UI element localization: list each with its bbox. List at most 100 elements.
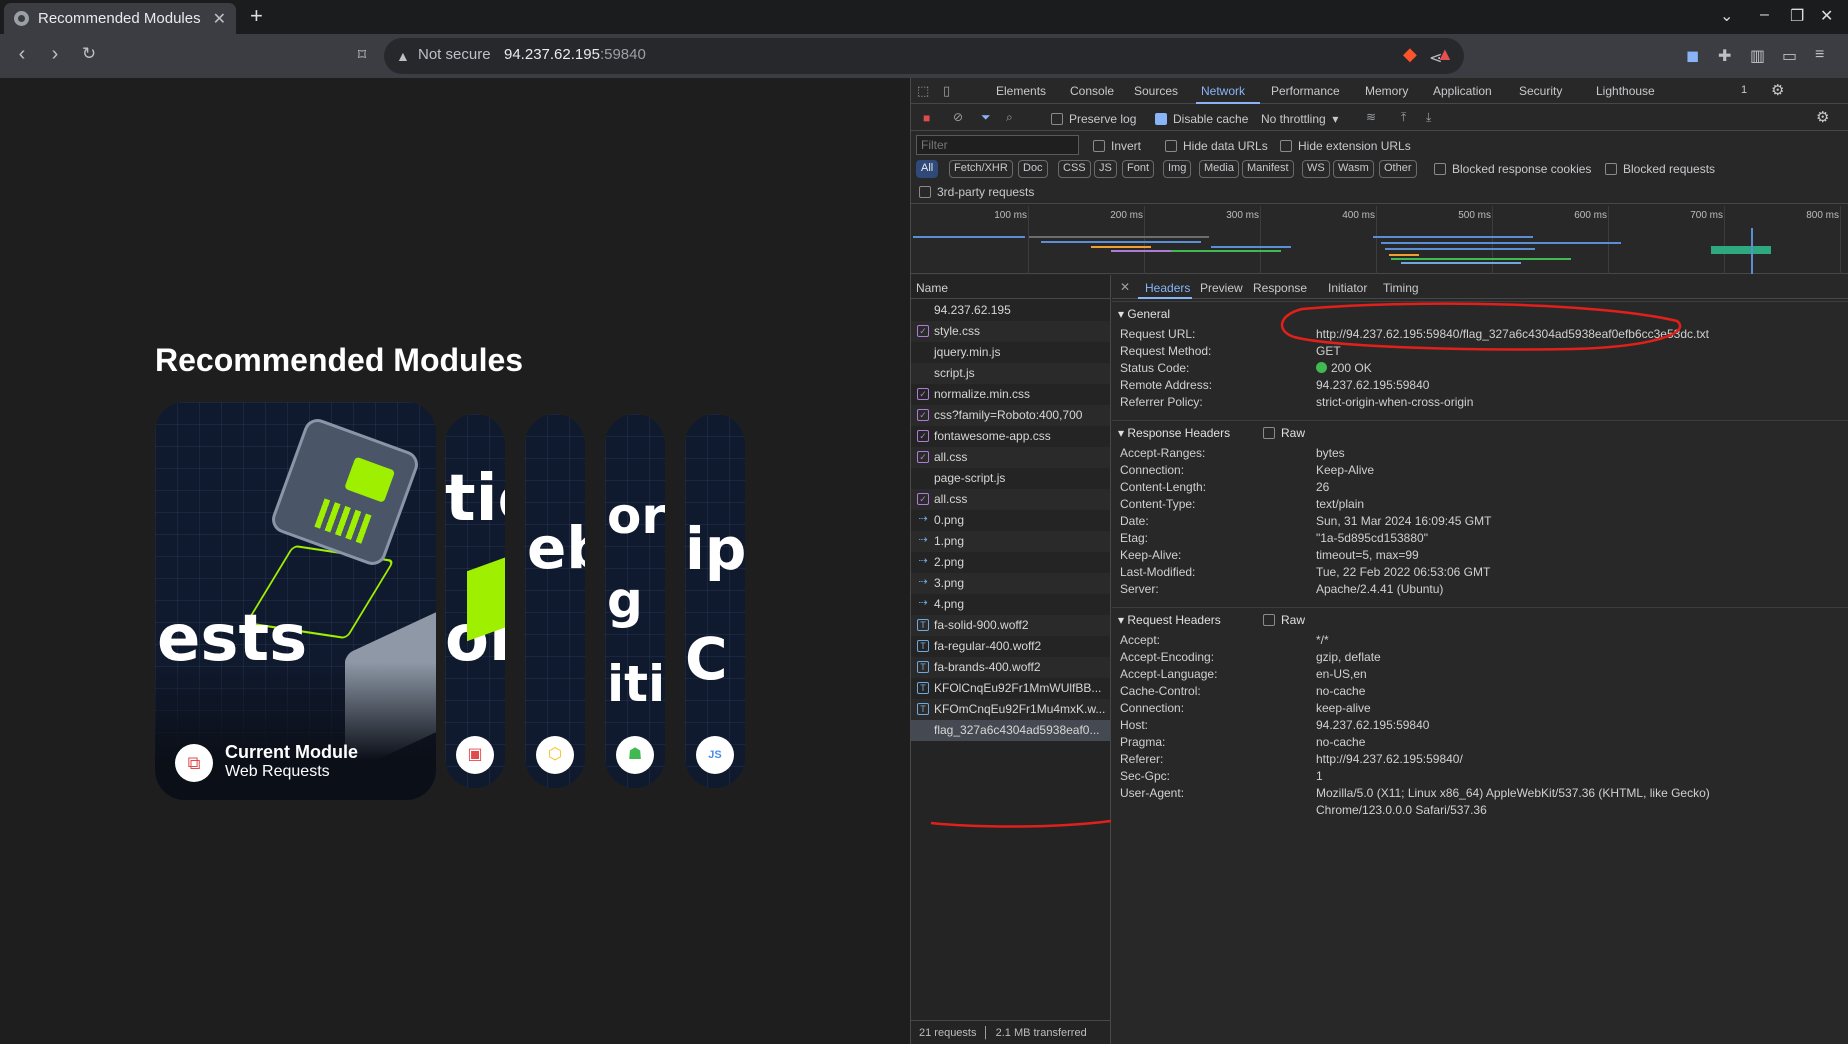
request-row[interactable]: T KFOmCnqEu92Fr1Mu4mxK.w... xyxy=(911,699,1110,720)
new-tab-button[interactable]: + xyxy=(250,3,263,29)
inspect-element-icon[interactable]: ⬚ xyxy=(917,83,929,99)
maximize-icon[interactable]: ❐ xyxy=(1790,6,1804,26)
hide-extension-urls-checkbox[interactable]: Hide extension URLs xyxy=(1280,139,1411,153)
request-row[interactable]: ✓ style.css xyxy=(911,321,1110,342)
clear-icon[interactable]: ⊘ xyxy=(953,110,963,124)
tab-memory[interactable]: Memory xyxy=(1365,84,1408,98)
filter-funnel-icon[interactable]: ⏷ xyxy=(981,110,991,125)
header-value[interactable]: no-cache xyxy=(1316,684,1365,698)
request-row[interactable]: ✓ all.css xyxy=(911,489,1110,510)
request-row[interactable]: ⇢ 1.png xyxy=(911,531,1110,552)
filter-other[interactable]: Other xyxy=(1379,160,1417,178)
header-value[interactable]: gzip, deflate xyxy=(1316,650,1381,664)
brave-shield-icon[interactable]: ◆ xyxy=(1403,44,1417,65)
raw-checkbox[interactable]: Raw xyxy=(1263,426,1305,440)
module-card-3[interactable]: or g iti ☗ xyxy=(605,414,665,788)
header-value[interactable]: keep-alive xyxy=(1316,701,1371,715)
blocked-response-cookies-checkbox[interactable]: Blocked response cookies xyxy=(1434,162,1591,176)
tab-application[interactable]: Application xyxy=(1433,84,1492,98)
warning-icon[interactable]: ▲ xyxy=(396,48,410,64)
hide-data-urls-checkbox[interactable]: Hide data URLs xyxy=(1165,139,1268,153)
module-card-1[interactable]: tic or ▣ xyxy=(445,414,505,788)
security-indicator[interactable]: Not secure xyxy=(418,46,491,63)
header-value[interactable]: Mozilla/5.0 (X11; Linux x86_64) AppleWeb… xyxy=(1316,786,1710,800)
request-headers-section-header[interactable]: ▾ Request Headers Raw xyxy=(1112,607,1848,629)
request-row[interactable]: ✓ normalize.min.css xyxy=(911,384,1110,405)
bookmark-icon[interactable]: ⌑ xyxy=(350,45,374,65)
tab-timing[interactable]: Timing xyxy=(1383,281,1419,295)
header-value[interactable]: no-cache xyxy=(1316,735,1365,749)
back-icon[interactable]: ‹ xyxy=(10,43,34,66)
header-value[interactable]: bytes xyxy=(1316,446,1345,460)
header-value[interactable]: http://94.237.62.195:59840/ xyxy=(1316,752,1463,766)
tab-preview[interactable]: Preview xyxy=(1200,281,1243,295)
tab-initiator[interactable]: Initiator xyxy=(1328,281,1367,295)
request-row[interactable]: ✓ all.css xyxy=(911,447,1110,468)
header-value[interactable]: 1 xyxy=(1316,769,1323,783)
blocked-requests-checkbox[interactable]: Blocked requests xyxy=(1605,162,1715,176)
throttling-select[interactable]: No throttling ▾ xyxy=(1261,112,1338,126)
header-value[interactable]: Chrome/123.0.0.0 Safari/537.36 xyxy=(1316,803,1487,817)
close-window-icon[interactable]: ✕ xyxy=(1820,6,1833,26)
settings-gear-icon[interactable]: ⚙ xyxy=(1771,81,1784,99)
filter-input[interactable] xyxy=(916,135,1079,155)
invert-checkbox[interactable]: Invert xyxy=(1093,139,1141,153)
header-value[interactable]: 200 OK xyxy=(1316,361,1372,375)
filter-ws[interactable]: WS xyxy=(1302,160,1330,178)
response-headers-section-header[interactable]: ▾ Response Headers Raw xyxy=(1112,420,1848,442)
filter-all[interactable]: All xyxy=(916,160,939,178)
record-icon[interactable]: ■ xyxy=(923,111,930,125)
wallet-icon[interactable]: ▭ xyxy=(1782,46,1797,66)
header-value[interactable]: 94.237.62.195:59840 xyxy=(1316,378,1429,392)
sidebar-icon[interactable]: ▥ xyxy=(1750,46,1765,66)
tab-lighthouse[interactable]: Lighthouse xyxy=(1596,84,1655,98)
search-icon[interactable]: ⌕ xyxy=(1006,110,1013,125)
header-value[interactable]: 94.237.62.195:59840 xyxy=(1316,718,1429,732)
brave-rewards-icon[interactable]: ▲ xyxy=(1436,44,1454,65)
request-row[interactable]: flag_327a6c4304ad5938eaf0... xyxy=(911,720,1110,741)
filter-manifest[interactable]: Manifest xyxy=(1242,160,1294,178)
header-value[interactable]: Keep-Alive xyxy=(1316,463,1374,477)
request-row[interactable]: ⇢ 0.png xyxy=(911,510,1110,531)
request-row[interactable]: 94.237.62.195 xyxy=(911,300,1110,321)
request-row[interactable]: jquery.min.js xyxy=(911,342,1110,363)
header-value[interactable]: strict-origin-when-cross-origin xyxy=(1316,395,1473,409)
request-row[interactable]: ✓ fontawesome-app.css xyxy=(911,426,1110,447)
preserve-log-checkbox[interactable]: Preserve log xyxy=(1051,112,1136,126)
filter-media[interactable]: Media xyxy=(1199,160,1239,178)
bitwarden-icon[interactable]: ◼ xyxy=(1686,46,1699,66)
tab-elements[interactable]: Elements xyxy=(996,84,1046,98)
forward-icon[interactable]: › xyxy=(43,43,67,66)
tab-headers[interactable]: Headers xyxy=(1145,281,1190,295)
third-party-requests-checkbox[interactable]: 3rd-party requests xyxy=(919,185,1034,199)
request-row[interactable]: ⇢ 2.png xyxy=(911,552,1110,573)
header-value[interactable]: Tue, 22 Feb 2022 06:53:06 GMT xyxy=(1316,565,1490,579)
tab-search-chevron-icon[interactable]: ⌄ xyxy=(1720,6,1733,26)
network-settings-gear-icon[interactable]: ⚙ xyxy=(1816,108,1829,126)
filter-js[interactable]: JS xyxy=(1094,160,1117,178)
close-detail-icon[interactable]: ✕ xyxy=(1120,280,1130,294)
name-column-header[interactable]: Name xyxy=(911,275,1110,299)
url-text[interactable]: 94.237.62.195:59840 xyxy=(504,46,646,63)
filter-wasm[interactable]: Wasm xyxy=(1333,160,1374,178)
request-row[interactable]: T KFOlCnqEu92Fr1MmWUlfBB... xyxy=(911,678,1110,699)
filter-img[interactable]: Img xyxy=(1163,160,1192,178)
header-value[interactable]: timeout=5, max=99 xyxy=(1316,548,1419,562)
import-har-icon[interactable]: ⤒ xyxy=(1401,110,1406,125)
disable-cache-checkbox[interactable]: Disable cache xyxy=(1155,112,1248,126)
reload-icon[interactable]: ↻ xyxy=(77,44,101,64)
filter-css[interactable]: CSS xyxy=(1058,160,1091,178)
filter-font[interactable]: Font xyxy=(1122,160,1155,178)
request-row[interactable]: ⇢ 3.png xyxy=(911,573,1110,594)
header-value[interactable]: */* xyxy=(1316,633,1329,647)
header-value[interactable]: 26 xyxy=(1316,480,1329,494)
request-row[interactable]: Tfa-solid-900.woff2 xyxy=(911,615,1110,636)
network-conditions-icon[interactable]: ≋ xyxy=(1366,110,1376,124)
browser-tab[interactable]: Recommended Modules ✕ xyxy=(4,3,236,34)
tab-network[interactable]: Network xyxy=(1201,84,1245,98)
header-value[interactable]: Apache/2.4.41 (Ubuntu) xyxy=(1316,582,1443,596)
device-toolbar-icon[interactable]: ▯ xyxy=(943,83,950,99)
export-har-icon[interactable]: ⤓ xyxy=(1426,110,1431,125)
extensions-icon[interactable]: ✚ xyxy=(1718,46,1731,66)
header-value[interactable]: Sun, 31 Mar 2024 16:09:45 GMT xyxy=(1316,514,1491,528)
